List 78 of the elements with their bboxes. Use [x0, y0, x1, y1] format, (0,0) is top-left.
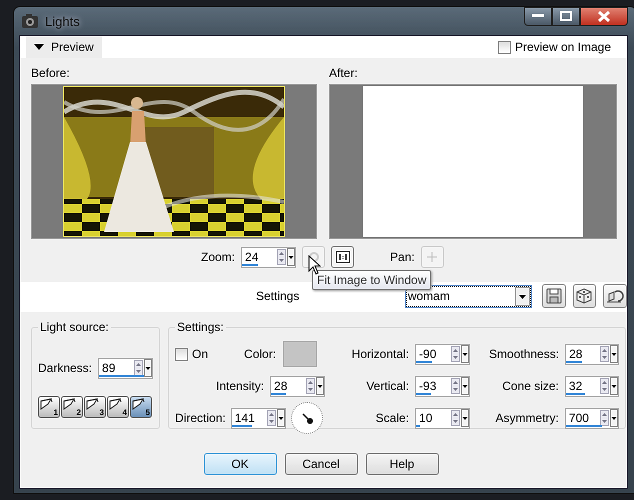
dialog-button[interactable]: Cancel: [284, 453, 358, 475]
spin-field[interactable]: 10: [415, 408, 470, 428]
lamp-icon: [40, 398, 53, 410]
cursor-icon: [308, 255, 321, 275]
field-label: Vertical:: [365, 379, 410, 393]
spin-arrows-icon[interactable]: [451, 378, 460, 394]
maximize-icon: [560, 11, 572, 21]
lamp-icon: [109, 398, 122, 410]
spin-field[interactable]: 32: [564, 376, 620, 396]
spin-field[interactable]: -90: [415, 344, 470, 364]
dialog-button[interactable]: Help: [366, 453, 438, 475]
tooltip: Fit Image to Window: [312, 270, 432, 290]
move-icon: [427, 252, 438, 262]
minimize-icon: [532, 14, 544, 18]
spin-field[interactable]: 28: [565, 344, 620, 364]
spin-arrows-icon[interactable]: [600, 346, 610, 362]
camera-icon: [21, 13, 39, 29]
reset-button[interactable]: [603, 284, 627, 308]
spin-field[interactable]: -93: [415, 376, 470, 396]
fit-icon: [308, 251, 320, 263]
collapse-arrow-icon: [34, 44, 44, 50]
zoom-label: Zoom:: [201, 250, 236, 264]
spin-field[interactable]: 89: [98, 358, 154, 378]
field-label: Horizontal:: [350, 347, 410, 361]
dialog-button[interactable]: OK: [204, 453, 276, 475]
settings-label: Settings: [256, 289, 300, 303]
spin-field[interactable]: 28: [270, 376, 326, 396]
direction-pointer-icon: [300, 411, 314, 425]
field-label: Darkness:: [38, 361, 92, 375]
dice-icon: [576, 288, 592, 304]
preset-dropdown[interactable]: womam: [406, 286, 531, 306]
actual-size-button[interactable]: [331, 246, 354, 268]
after-label: After:: [329, 66, 359, 80]
field-label: Intensity:: [216, 379, 264, 393]
spin-arrows-icon[interactable]: [266, 410, 276, 426]
field-label: Smoothness:: [489, 347, 560, 361]
spin-field[interactable]: 141: [230, 408, 286, 428]
checkbox[interactable]: [175, 348, 188, 360]
checkbox-label: On: [192, 347, 208, 361]
field-label: Cone size:: [501, 379, 559, 393]
light-preset-button[interactable]: 5: [130, 396, 152, 418]
direction-dial[interactable]: [290, 402, 323, 434]
field-label: Asymmetry:: [494, 411, 559, 425]
spin-arrows-icon[interactable]: [306, 378, 316, 394]
spin-field[interactable]: 24: [241, 246, 296, 268]
color-label: Color:: [244, 347, 276, 361]
light-preset-button[interactable]: 4: [107, 396, 129, 418]
before-label: Before:: [31, 66, 71, 80]
on-checkbox[interactable]: On: [175, 347, 208, 361]
lamp-icon: [63, 398, 76, 410]
save-button[interactable]: [542, 284, 566, 308]
lamp-icon: [86, 398, 99, 410]
maximize-button[interactable]: [552, 6, 580, 26]
spin-arrows-icon[interactable]: [600, 378, 610, 394]
spin-arrows-icon[interactable]: [451, 410, 460, 426]
preview-toggle[interactable]: Preview: [26, 36, 102, 58]
close-button[interactable]: [580, 6, 628, 26]
window-title: Lights: [45, 14, 80, 28]
light-preset-button[interactable]: 3: [84, 396, 106, 418]
spin-arrows-icon[interactable]: [134, 360, 144, 376]
spin-field[interactable]: 700: [564, 408, 620, 428]
minimize-button[interactable]: [524, 6, 552, 26]
spin-arrows-icon[interactable]: [277, 249, 286, 265]
randomize-button[interactable]: [572, 284, 596, 308]
group-title: Light source:: [39, 320, 110, 334]
one-to-one-icon: [336, 251, 350, 263]
field-label: Direction:: [175, 411, 226, 425]
spin-arrows-icon[interactable]: [600, 410, 610, 426]
group-title: Settings:: [176, 320, 225, 334]
close-icon: [598, 10, 610, 22]
pan-label: Pan:: [390, 250, 415, 264]
lamp-icon: [132, 398, 145, 410]
spin-arrows-icon[interactable]: [451, 346, 460, 362]
field-label: Scale:: [374, 411, 410, 425]
checkbox[interactable]: [498, 40, 511, 54]
light-preset-button[interactable]: 2: [61, 396, 83, 418]
light-preset-button[interactable]: 1: [38, 396, 60, 418]
color-swatch[interactable]: [283, 341, 318, 367]
